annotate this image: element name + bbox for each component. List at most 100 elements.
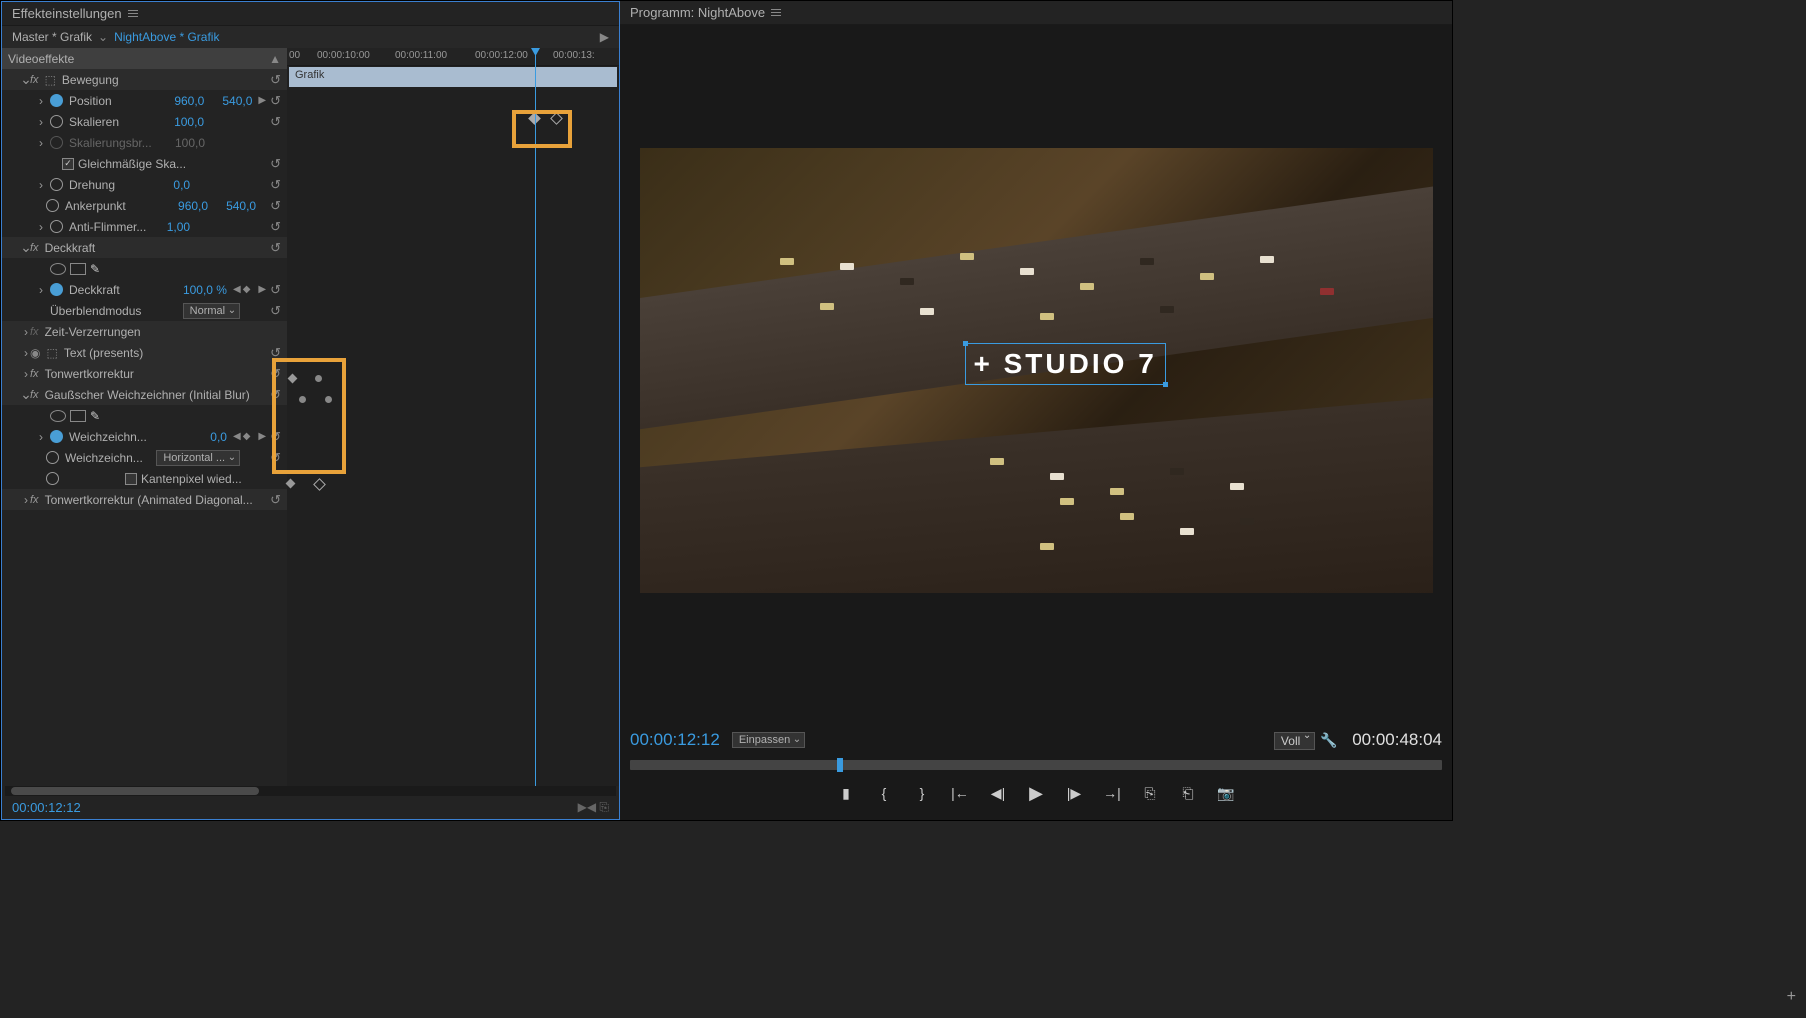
- scrub-bar[interactable]: [630, 760, 1442, 770]
- value-y[interactable]: 540,0: [222, 94, 252, 108]
- scrollbar-thumb[interactable]: [11, 787, 259, 795]
- twirl-icon[interactable]: [36, 222, 46, 232]
- playhead[interactable]: [535, 48, 536, 786]
- ellipse-mask-icon[interactable]: [50, 263, 66, 275]
- stopwatch-icon[interactable]: [46, 472, 59, 485]
- current-timecode[interactable]: 00:00:12:12: [2, 796, 91, 819]
- keyframe-icon[interactable]: [288, 374, 298, 384]
- text-overlay[interactable]: + STUDIO 7: [965, 343, 1166, 385]
- stopwatch-icon[interactable]: [50, 220, 63, 233]
- reset-icon[interactable]: ↺: [270, 198, 281, 214]
- ellipse-mask-icon[interactable]: [50, 410, 66, 422]
- twirl-icon[interactable]: [36, 96, 46, 106]
- reset-icon[interactable]: ↺: [270, 156, 281, 172]
- reset-icon[interactable]: ↺: [270, 450, 281, 466]
- pen-mask-icon[interactable]: ✎: [90, 262, 100, 276]
- loop-icon[interactable]: ▶◀ ⎘: [568, 796, 619, 819]
- panel-menu-icon[interactable]: [771, 9, 781, 16]
- value[interactable]: 100,0 %: [183, 283, 227, 297]
- settings-icon[interactable]: 🔧: [1320, 732, 1337, 748]
- checkbox[interactable]: [62, 158, 74, 170]
- keyframe-icon[interactable]: [313, 478, 326, 491]
- next-kf-icon[interactable]: ▶: [258, 95, 266, 106]
- button-editor-icon[interactable]: +: [1787, 988, 1796, 1006]
- program-timecode[interactable]: 00:00:12:12: [630, 730, 720, 750]
- keyframe-icon[interactable]: [299, 396, 306, 403]
- anchor-prop[interactable]: Ankerpunkt 960,0 540,0 ↺: [2, 195, 287, 216]
- twirl-icon[interactable]: [8, 369, 26, 379]
- edge-pixel-prop[interactable]: Kantenpixel wied...: [2, 468, 287, 489]
- export-frame-icon[interactable]: 📷: [1217, 784, 1235, 802]
- twirl-icon[interactable]: [36, 285, 46, 295]
- dir-dropdown[interactable]: Horizontal ...: [156, 450, 240, 466]
- lumetri-effect[interactable]: fx Tonwertkorrektur ↺: [2, 363, 287, 384]
- rotation-prop[interactable]: Drehung 0,0 ↺: [2, 174, 287, 195]
- rect-mask-icon[interactable]: [70, 410, 86, 422]
- value[interactable]: 100,0: [174, 115, 204, 129]
- master-clip[interactable]: Master * Grafik: [12, 30, 92, 44]
- keyframe-timeline[interactable]: 00 00:00:10:00 00:00:11:00 00:00:12:00 0…: [287, 48, 619, 786]
- add-marker-icon[interactable]: {: [875, 784, 893, 802]
- twirl-icon[interactable]: [8, 390, 26, 400]
- reset-icon[interactable]: ↺: [270, 240, 281, 256]
- panel-menu-icon[interactable]: [128, 10, 138, 17]
- lift-icon[interactable]: ⎘: [1141, 784, 1159, 802]
- sequence-clip[interactable]: NightAbove * Grafik: [114, 30, 219, 44]
- twirl-icon[interactable]: [36, 432, 46, 442]
- zoom-dropdown[interactable]: Einpassen: [732, 732, 805, 748]
- go-to-out-icon[interactable]: →|: [1103, 784, 1121, 802]
- timeline-scrollbar[interactable]: [5, 786, 616, 796]
- stopwatch-icon[interactable]: [50, 94, 63, 107]
- quality-dropdown[interactable]: Voll: [1274, 732, 1315, 750]
- twirl-icon[interactable]: [8, 348, 26, 358]
- rect-mask-icon[interactable]: [70, 263, 86, 275]
- next-kf-icon[interactable]: ▶: [258, 284, 266, 295]
- video-viewer[interactable]: + STUDIO 7: [620, 25, 1452, 716]
- blend-dropdown[interactable]: Normal: [183, 303, 240, 319]
- step-forward-icon[interactable]: |▶: [1065, 784, 1083, 802]
- collapse-icon[interactable]: ▲: [269, 52, 281, 66]
- value-y[interactable]: 540,0: [226, 199, 256, 213]
- clip-bar[interactable]: Grafik: [289, 67, 617, 87]
- scale-prop[interactable]: Skalieren 100,0 ↺: [2, 111, 287, 132]
- chevron-down-icon[interactable]: ⌄: [98, 30, 108, 44]
- stopwatch-icon[interactable]: [50, 178, 63, 191]
- eye-icon[interactable]: ◉: [30, 346, 40, 360]
- flicker-prop[interactable]: Anti-Flimmer... 1,00 ↺: [2, 216, 287, 237]
- twirl-icon[interactable]: [8, 495, 26, 505]
- go-to-in-icon[interactable]: |←: [951, 784, 969, 802]
- blend-mode-prop[interactable]: Überblendmodus Normal ↺: [2, 300, 287, 321]
- value[interactable]: 0,0: [210, 430, 227, 444]
- prev-kf-icon[interactable]: ◀: [233, 284, 241, 295]
- lumetri2-effect[interactable]: fx Tonwertkorrektur (Animated Diagonal..…: [2, 489, 287, 510]
- reset-icon[interactable]: ↺: [270, 93, 281, 109]
- reset-icon[interactable]: ↺: [270, 303, 281, 319]
- extract-icon[interactable]: ⎗: [1179, 784, 1197, 802]
- value-x[interactable]: 960,0: [174, 94, 204, 108]
- text-effect[interactable]: ◉ ⬚ Text (presents) ↺: [2, 342, 287, 363]
- mark-out-icon[interactable]: }: [913, 784, 931, 802]
- time-ruler[interactable]: 00 00:00:10:00 00:00:11:00 00:00:12:00 0…: [287, 48, 619, 66]
- twirl-icon[interactable]: [36, 180, 46, 190]
- twirl-icon[interactable]: [8, 327, 26, 337]
- gaussian-blur-effect[interactable]: fx Gaußscher Weichzeichner (Initial Blur…: [2, 384, 287, 405]
- stopwatch-icon[interactable]: [50, 283, 63, 296]
- step-back-icon[interactable]: ◀|: [989, 784, 1007, 802]
- reset-icon[interactable]: ↺: [270, 492, 281, 508]
- stopwatch-icon[interactable]: [50, 430, 63, 443]
- keyframe-icon[interactable]: [325, 396, 332, 403]
- twirl-icon[interactable]: [8, 75, 26, 85]
- keyframe-icon[interactable]: [315, 375, 322, 382]
- blur-dir-prop[interactable]: Weichzeichn... Horizontal ... ↺: [2, 447, 287, 468]
- uniform-scale-prop[interactable]: Gleichmäßige Ska... ↺: [2, 153, 287, 174]
- keyframe-icon[interactable]: [286, 479, 296, 489]
- position-prop[interactable]: Position 960,0 540,0 ▶ ↺: [2, 90, 287, 111]
- time-remap-effect[interactable]: fx Zeit-Verzerrungen: [2, 321, 287, 342]
- value-x[interactable]: 960,0: [178, 199, 208, 213]
- reset-icon[interactable]: ↺: [270, 387, 281, 403]
- reset-icon[interactable]: ↺: [270, 345, 281, 361]
- pen-mask-icon[interactable]: ✎: [90, 409, 100, 423]
- reset-icon[interactable]: ↺: [270, 219, 281, 235]
- reset-icon[interactable]: ↺: [270, 282, 281, 298]
- add-kf-icon[interactable]: ◆: [243, 284, 251, 295]
